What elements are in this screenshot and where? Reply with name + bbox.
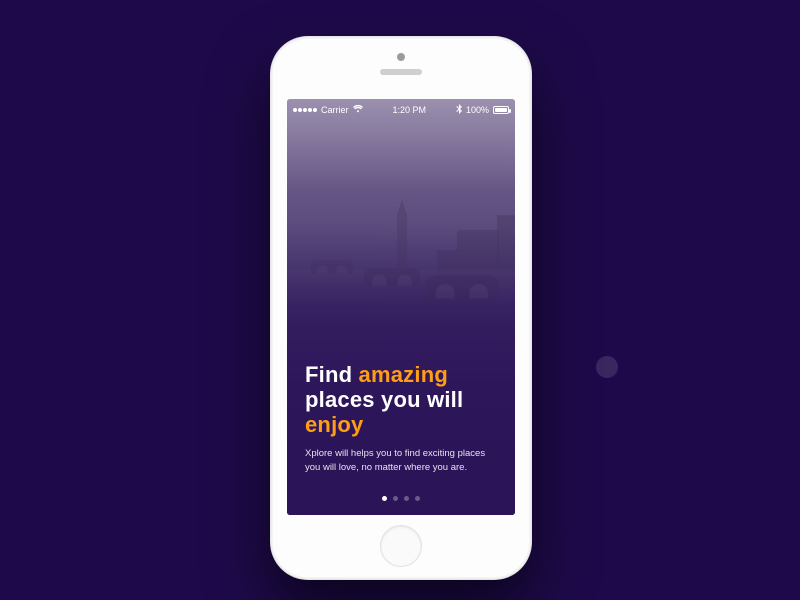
heading-part: Find	[305, 362, 359, 387]
heading-part: places you will	[305, 387, 463, 412]
phone-screen[interactable]: Carrier 1:20 PM 100%	[287, 99, 515, 515]
home-button[interactable]	[380, 525, 422, 567]
page-dot-2[interactable]	[393, 496, 398, 501]
battery-icon	[493, 106, 509, 114]
page-dot-1[interactable]	[382, 496, 387, 501]
status-bar: Carrier 1:20 PM 100%	[287, 99, 515, 117]
earpiece-speaker	[380, 69, 422, 75]
page-indicator[interactable]	[287, 496, 515, 501]
mockup-stage: Carrier 1:20 PM 100%	[0, 0, 800, 600]
decorative-circle	[596, 356, 618, 378]
onboarding-content: Find amazing places you will enjoy Xplor…	[305, 362, 497, 475]
bluetooth-icon	[456, 104, 462, 116]
wifi-icon	[353, 105, 363, 115]
phone-bezel: Carrier 1:20 PM 100%	[273, 39, 529, 577]
page-dot-3[interactable]	[404, 496, 409, 501]
heading-accent: amazing	[359, 362, 448, 387]
heading-accent: enjoy	[305, 412, 363, 437]
status-time: 1:20 PM	[392, 105, 426, 115]
onboarding-subtitle: Xplore will helps you to find exciting p…	[305, 447, 495, 475]
carrier-label: Carrier	[321, 105, 349, 115]
battery-percent: 100%	[466, 105, 489, 115]
onboarding-heading: Find amazing places you will enjoy	[305, 362, 497, 438]
front-camera	[397, 53, 405, 61]
signal-strength-icon	[293, 108, 317, 112]
page-dot-4[interactable]	[415, 496, 420, 501]
phone-frame: Carrier 1:20 PM 100%	[270, 36, 532, 580]
